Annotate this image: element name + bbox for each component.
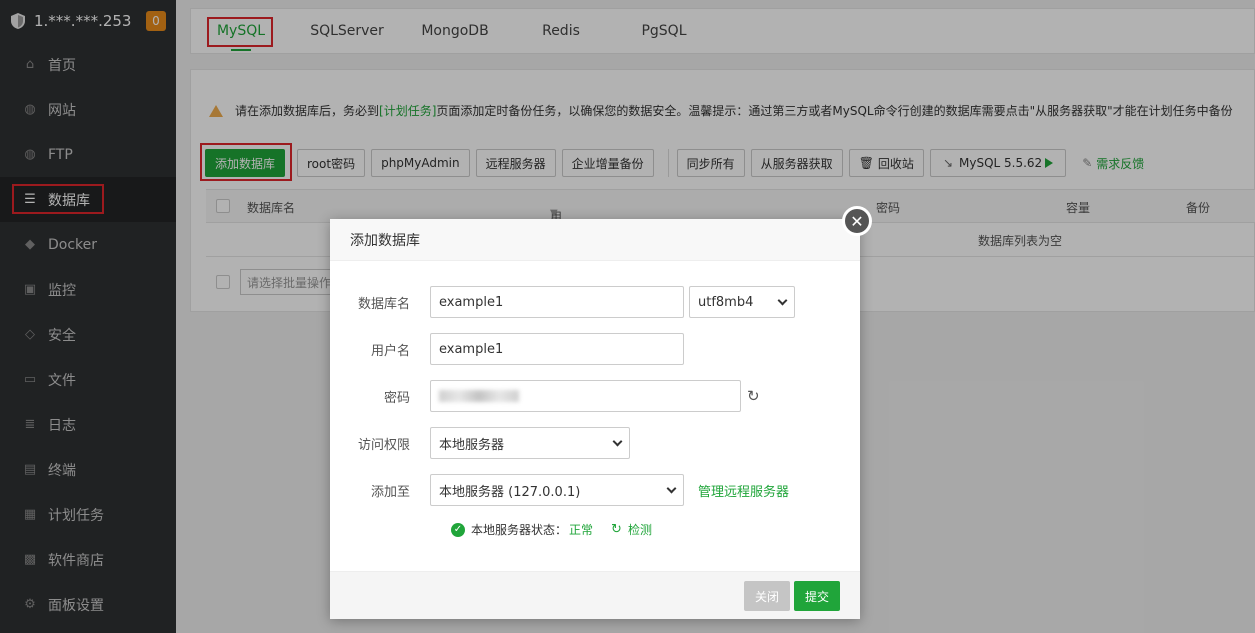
access-select[interactable]: 本地服务器 [430,427,630,459]
add-to-select[interactable]: 本地服务器 (127.0.0.1) [430,474,684,506]
check-label: 检测 [627,523,652,537]
refresh-icon: ↻ [611,522,622,537]
password-masked [439,390,519,402]
check-link[interactable]: ↻ 检测 [611,521,652,538]
server-status: ✓ 本地服务器状态： 正常 ↻ 检测 [451,521,652,538]
add-database-dialog: 添加数据库 数据库名 example1 utf8mb4 用户名 example1… [330,219,860,619]
chevron-down-icon [612,436,623,446]
refresh-icon[interactable]: ↻ [747,387,760,405]
status-value: 正常 [569,523,594,537]
row-username: 用户名 example1 [330,333,684,365]
dialog-footer: 关闭 提交 [330,571,860,619]
close-icon[interactable]: ✕ [842,206,872,236]
row-add-to: 添加至 本地服务器 (127.0.0.1) 管理远程服务器 [330,474,789,506]
status-label: 本地服务器状态： [471,523,568,537]
row-access: 访问权限 本地服务器 [330,427,630,459]
chevron-down-icon [777,295,788,305]
close-button[interactable]: 关闭 [744,581,790,611]
charset-value: utf8mb4 [698,294,754,310]
access-label: 访问权限 [357,437,410,453]
username-input[interactable]: example1 [430,333,684,365]
password-input[interactable] [430,380,741,412]
charset-select[interactable]: utf8mb4 [689,286,795,318]
check-circle-icon: ✓ [451,522,465,537]
db-name-input[interactable]: example1 [430,286,684,318]
row-db-name: 数据库名 example1 utf8mb4 [330,286,795,318]
chevron-down-icon [666,483,677,493]
manage-remote-link[interactable]: 管理远程服务器 [698,481,789,500]
password-label: 密码 [383,390,410,406]
username-label: 用户名 [370,343,410,359]
db-name-label: 数据库名 [357,296,410,312]
row-password: 密码 ↻ [330,380,760,412]
add-to-value: 本地服务器 (127.0.0.1) [439,484,581,500]
access-value: 本地服务器 [439,437,505,453]
dialog-title: 添加数据库 [330,219,860,261]
add-to-label: 添加至 [370,484,410,500]
submit-button[interactable]: 提交 [794,581,840,611]
